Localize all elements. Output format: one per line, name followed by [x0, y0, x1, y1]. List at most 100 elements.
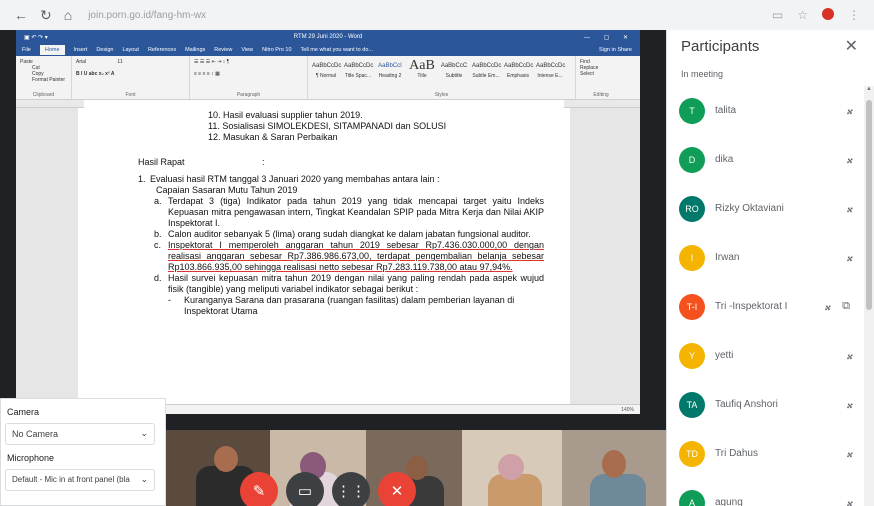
word-window: ▣ ↶ ↷ ▾ RTM 29 Juni 2020 - Word — ▢ ✕ Fi… — [16, 30, 640, 414]
menu-icon[interactable]: ⋮ — [848, 8, 860, 22]
clipboard-label: Clipboard — [32, 92, 55, 98]
style-intense-emphasis[interactable]: AaBbCcDc Intense E... — [536, 59, 565, 79]
close-icon[interactable]: ✕ — [845, 36, 858, 56]
font-format-buttons[interactable]: B I U abc x₂ x² A — [76, 71, 185, 77]
result-item-d: d. Hasil survei kepuasan mitra tahun 201… — [154, 273, 544, 294]
reload-icon[interactable]: ↻ — [40, 7, 52, 24]
leave-call-icon[interactable]: ✕ — [378, 472, 416, 506]
mic-muted-icon: 𝄪 — [846, 397, 852, 411]
document-page[interactable]: 10. Hasil evaluasi supplier tahun 2019. … — [78, 108, 570, 404]
mic-muted-icon: 𝄪 — [846, 446, 852, 460]
font-size-select[interactable]: 11 — [117, 59, 122, 65]
style-emphasis[interactable]: AaBbCcDc Emphasis — [504, 59, 533, 79]
font-name-select[interactable]: Arial — [76, 59, 86, 65]
result-item-1-subtitle: Capaian Sasaran Mutu Tahun 2019 — [156, 185, 298, 195]
clipboard-group: Paste Cut Copy Format Painter Clipboard — [16, 56, 72, 99]
tab-review[interactable]: Review — [214, 47, 232, 53]
video-tile[interactable] — [462, 430, 562, 506]
apps-grid-icon[interactable]: ⋮⋮ — [332, 472, 370, 506]
avatar: A — [679, 489, 705, 506]
tell-me-search[interactable]: Tell me what you want to do... — [301, 47, 373, 53]
style-subtitle[interactable]: AaBbCcC Subtitle — [440, 59, 468, 79]
avatar: TA — [679, 391, 705, 418]
home-icon[interactable]: ⌂ — [64, 7, 72, 23]
avatar: T-I — [679, 293, 705, 320]
mic-off-icon[interactable]: ✎ — [240, 472, 278, 506]
participants-scrollbar[interactable]: ▲ — [864, 86, 874, 506]
result-item-1: 1. Evaluasi hasil RTM tanggal 3 Januari … — [138, 174, 440, 184]
participants-header: Participants ✕ — [667, 30, 874, 64]
participant-row[interactable]: RO Rizky Oktaviani 𝄪 — [667, 184, 864, 233]
window-controls[interactable]: — ▢ ✕ — [584, 34, 634, 41]
mic-muted-icon: 𝄪 — [846, 495, 852, 506]
paragraph-label: Paragraph — [236, 92, 261, 98]
tab-file[interactable]: File — [22, 47, 31, 53]
chevron-down-icon: ⌄ — [140, 428, 148, 438]
mic-muted-icon: 𝄪 — [824, 299, 830, 313]
avatar: TD — [679, 440, 705, 467]
participant-row[interactable]: TA Taufiq Anshori 𝄪 — [667, 380, 864, 429]
result-item-c: c. Inspektorat I memperoleh anggaran tah… — [154, 240, 544, 272]
participant-row[interactable]: Y yetti 𝄪 — [667, 331, 864, 380]
font-group: Arial 11 B I U abc x₂ x² A Font — [72, 56, 190, 99]
participant-name: Tri -Inspektorat I — [715, 301, 788, 312]
microphone-label: Microphone — [7, 453, 55, 463]
style-normal[interactable]: AaBbCcDc ¶ Normal — [312, 59, 341, 79]
chevron-down-icon: ⌄ — [140, 474, 148, 484]
participant-row[interactable]: I Irwan 𝄪 — [667, 233, 864, 282]
select-button[interactable]: Select — [580, 71, 622, 77]
styles-group: AaBbCcDc ¶ Normal AaBbCcDc Title Spac... A… — [308, 56, 576, 99]
video-tile[interactable] — [562, 430, 666, 506]
participant-row[interactable]: T talita 𝄪 — [667, 86, 864, 135]
font-label: Font — [125, 92, 136, 98]
tab-home[interactable]: Home — [39, 45, 65, 55]
agenda-item-12: 12. Masukan & Saran Perbaikan — [208, 132, 338, 142]
participant-list: T talita 𝄪 D dika 𝄪 RO Rizky Oktaviani 𝄪… — [667, 86, 864, 506]
camera-select[interactable]: No Camera ⌄ — [5, 423, 155, 445]
tab-insert[interactable]: Insert — [74, 47, 88, 53]
style-title[interactable]: AaB Title — [408, 59, 436, 80]
extension-icon[interactable]: ▭ — [772, 8, 783, 22]
present-screen-icon[interactable]: ▭ — [286, 472, 324, 506]
participant-name: Taufiq Anshori — [715, 399, 778, 410]
word-title-bar: ▣ ↶ ↷ ▾ RTM 29 Juni 2020 - Word — ▢ ✕ — [16, 30, 640, 44]
align-buttons[interactable]: ≡ ≡ ≡ ≡ ↕ ▦ — [194, 71, 303, 77]
styles-label: Styles — [434, 92, 449, 98]
style-title-spacing[interactable]: AaBbCcDc Title Spac... — [344, 59, 373, 79]
style-heading-2[interactable]: AaBbCcI Heading 2 — [376, 59, 404, 79]
participant-name: talita — [715, 105, 737, 116]
bookmark-star-icon[interactable]: ☆ — [797, 8, 808, 22]
zoom-level[interactable]: 140% — [621, 407, 634, 413]
mic-muted-icon: 𝄪 — [846, 103, 852, 117]
tab-mailings[interactable]: Mailings — [185, 47, 205, 53]
list-buttons[interactable]: ☰ ☰ ☰ ⇤ ⇥ ↕ ¶ — [194, 59, 303, 65]
result-item-d-bullet: - Kuranganya Sarana dan prasarana (ruang… — [168, 295, 515, 316]
avatar: T — [679, 97, 705, 124]
tab-design[interactable]: Design — [96, 47, 113, 53]
tab-references[interactable]: References — [148, 47, 176, 53]
tab-layout[interactable]: Layout — [122, 47, 139, 53]
mic-muted-icon: 𝄪 — [846, 250, 852, 264]
address-bar[interactable]: join.porn.go.id/fang-hm-wx — [88, 10, 206, 21]
camera-label: Camera — [7, 407, 40, 417]
participant-row[interactable]: T-I Tri -Inspektorat I 𝄪 ⧉ — [667, 282, 864, 331]
paragraph-group: ☰ ☰ ☰ ⇤ ⇥ ↕ ¶ ≡ ≡ ≡ ≡ ↕ ▦ Paragraph — [190, 56, 308, 99]
participant-row[interactable]: TD Tri Dahus 𝄪 — [667, 429, 864, 478]
participant-row[interactable]: D dika 𝄪 — [667, 135, 864, 184]
tab-nitro[interactable]: Nitro Pro 10 — [262, 47, 291, 53]
participant-row[interactable]: A agung 𝄪 — [667, 478, 864, 506]
avatar: D — [679, 146, 705, 173]
participant-name: Tri Dahus — [715, 448, 758, 459]
scroll-up-icon[interactable]: ▲ — [864, 86, 874, 92]
result-item-a: a. Terdapat 3 (tiga) Indikator pada tahu… — [154, 196, 544, 228]
sign-in-share[interactable]: Sign in Share — [599, 47, 640, 53]
avatar: Y — [679, 342, 705, 369]
microphone-select[interactable]: Default - Mic in at front panel (bla ⌄ — [5, 469, 155, 491]
presenting-icon[interactable]: ⧉ — [842, 300, 850, 313]
participant-name: yetti — [715, 350, 734, 361]
mic-muted-icon: 𝄪 — [846, 348, 852, 362]
format-painter-button[interactable]: Format Painter — [20, 77, 67, 83]
style-subtle-emphasis[interactable]: AaBbCcDc Subtle Em... — [472, 59, 501, 79]
tab-view[interactable]: View — [241, 47, 253, 53]
back-icon[interactable]: ← — [14, 7, 28, 23]
